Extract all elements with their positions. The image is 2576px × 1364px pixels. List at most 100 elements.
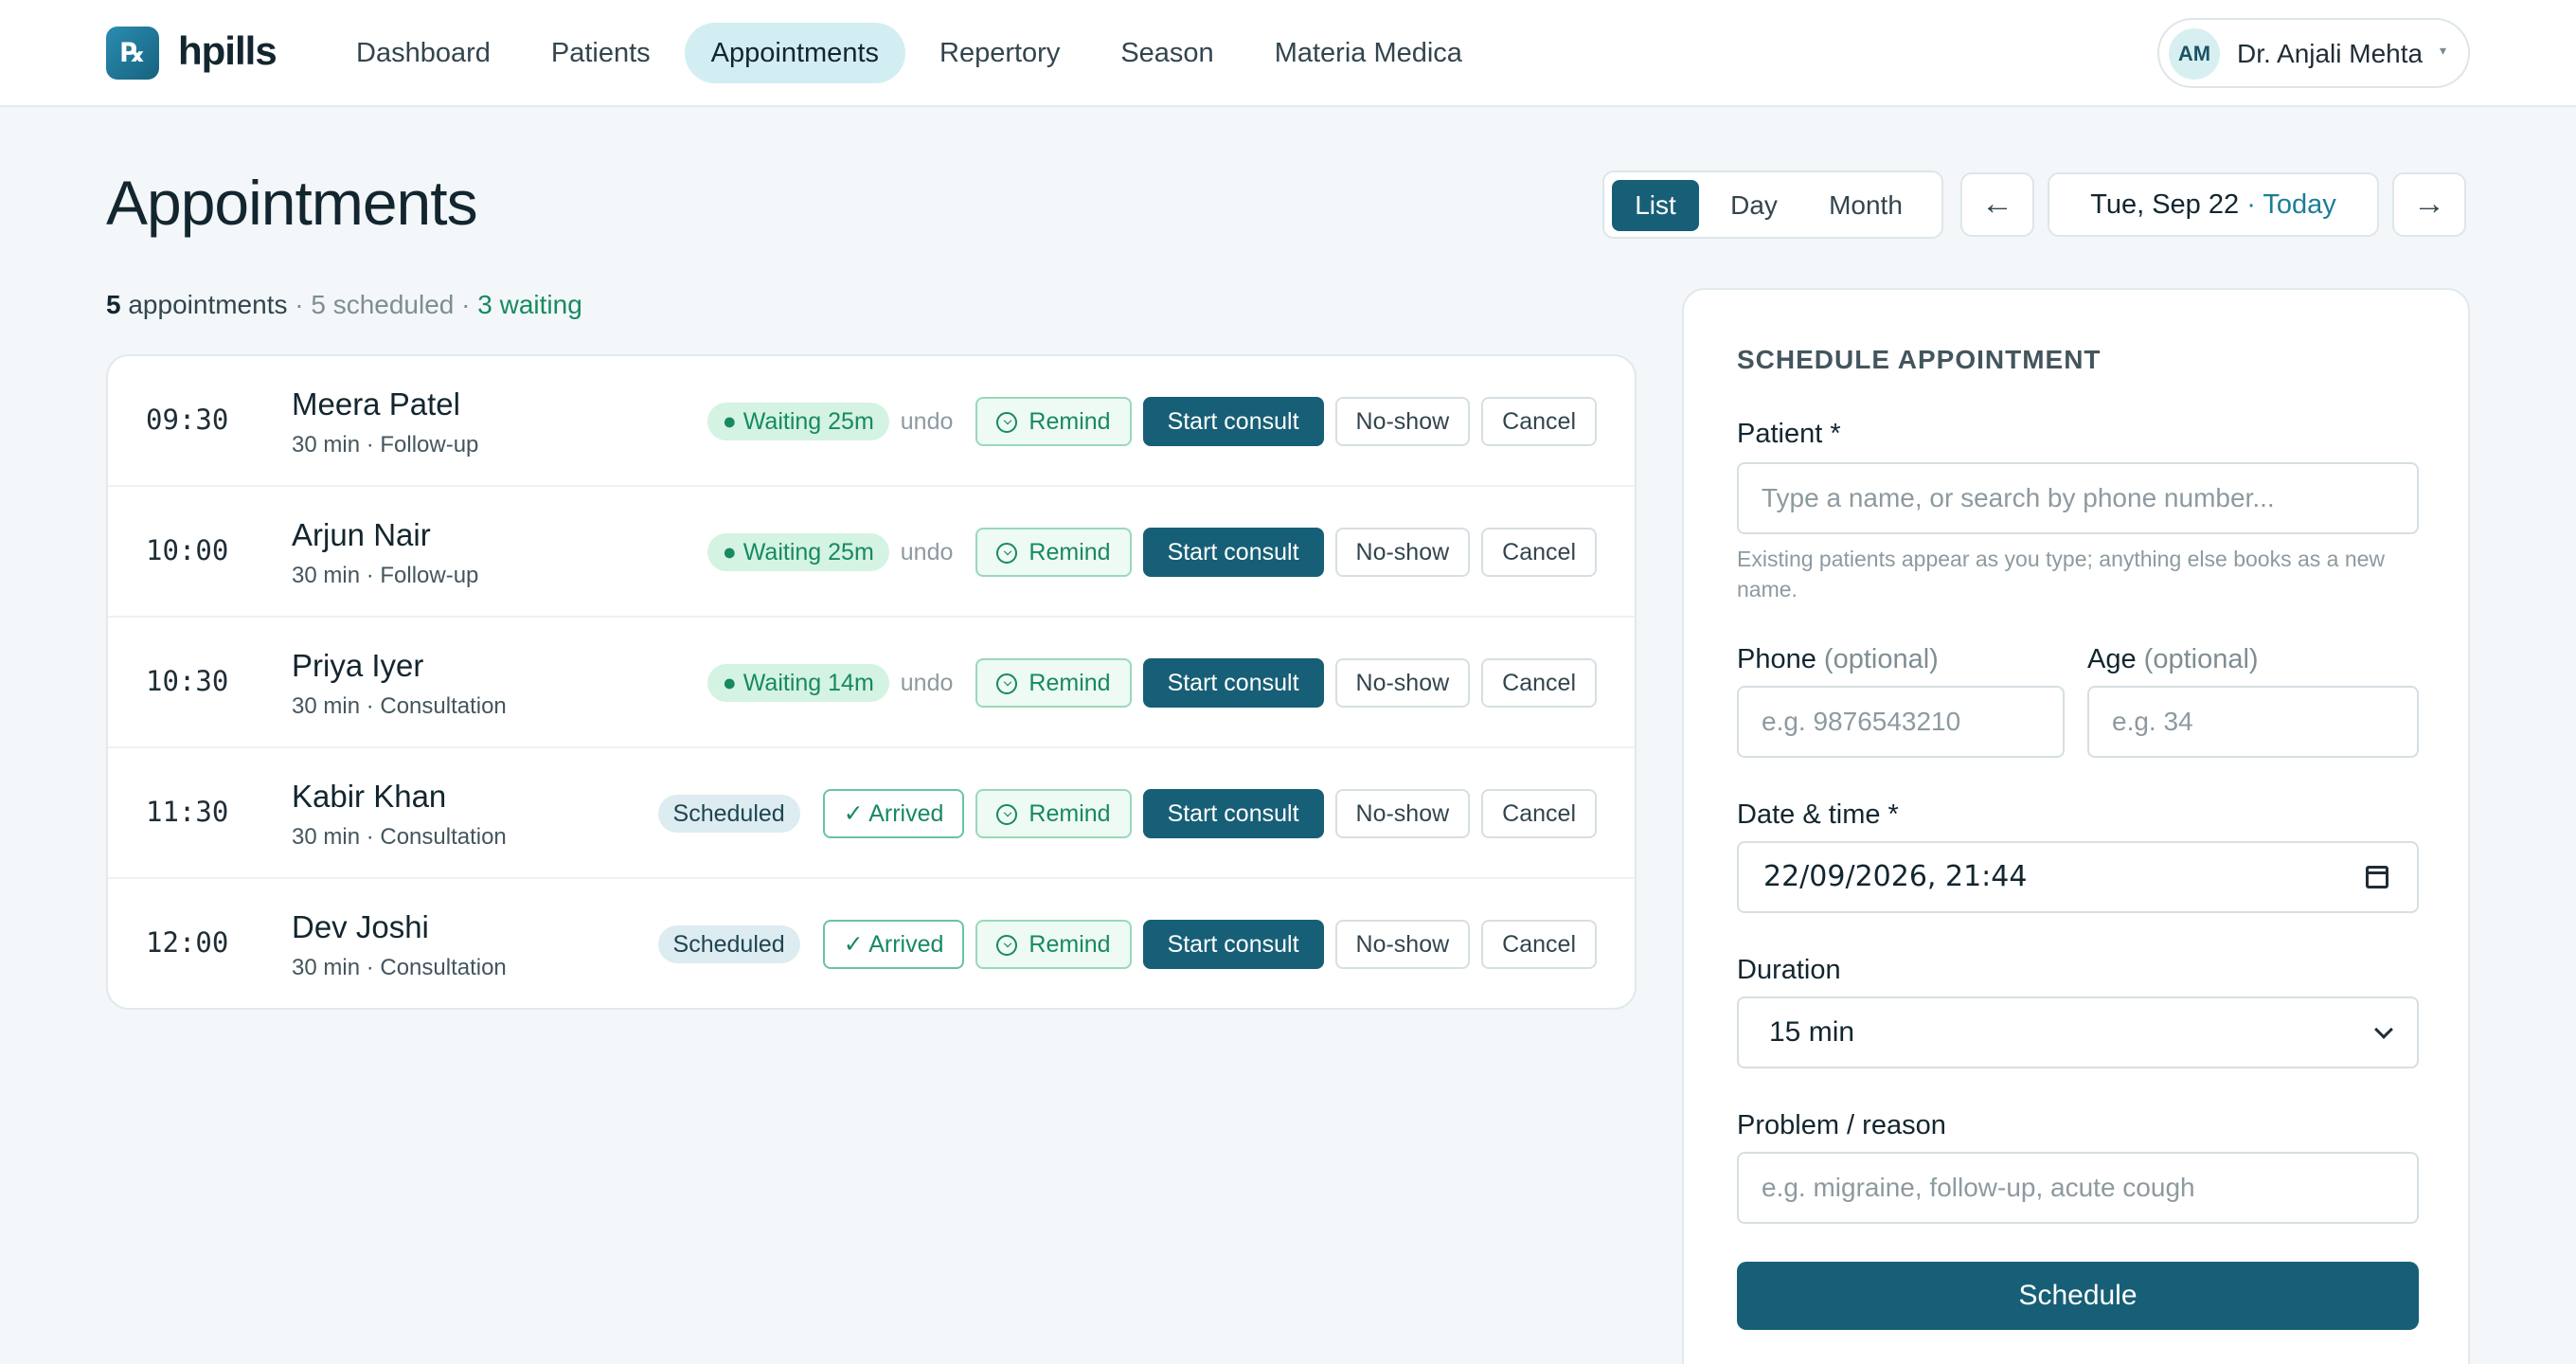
row-actions: ● Waiting 25m undo Remind Start consult … — [707, 527, 1597, 578]
no-show-button[interactable]: No-show — [1334, 658, 1471, 708]
status-badge: ● Waiting 25m — [707, 403, 889, 440]
view-toggle: List Day Month — [1602, 170, 1943, 239]
today-link[interactable]: Today — [2263, 189, 2335, 220]
duration-value: 15 min — [1769, 1016, 1855, 1048]
appointment-meta: 30 min · Follow-up — [292, 432, 479, 458]
duration-select[interactable]: 15 min — [1737, 996, 2419, 1068]
age-label-text: Age — [2087, 644, 2137, 674]
undo-link[interactable]: undo — [901, 539, 965, 566]
patient-name[interactable]: Priya Iyer — [292, 648, 423, 684]
start-consult-button[interactable]: Start consult — [1142, 528, 1324, 577]
remind-label: Remind — [1029, 670, 1111, 696]
remind-label: Remind — [1029, 800, 1111, 827]
app-logo-icon[interactable]: ℞ — [106, 27, 159, 80]
view-list-button[interactable]: List — [1612, 180, 1699, 231]
problem-label: Problem / reason — [1737, 1110, 1946, 1140]
patient-hint: Existing patients appear as you type; an… — [1737, 547, 2386, 601]
row-actions: Scheduled ✓ Arrived Remind Start consult… — [657, 919, 1597, 970]
start-consult-button[interactable]: Start consult — [1142, 920, 1324, 969]
appointment-count-label: appointments — [128, 290, 288, 319]
appointment-row: 12:00 Dev Joshi 30 min · Consultation Sc… — [108, 879, 1635, 1008]
view-day-button[interactable]: Day — [1710, 180, 1798, 231]
patient-name[interactable]: Meera Patel — [292, 386, 460, 422]
remind-button[interactable]: Remind — [975, 920, 1132, 969]
remind-button[interactable]: Remind — [975, 528, 1132, 577]
remind-button[interactable]: Remind — [975, 789, 1132, 838]
patient-name[interactable]: Dev Joshi — [292, 909, 429, 945]
start-consult-button[interactable]: Start consult — [1142, 789, 1324, 838]
age-optional: (optional) — [2143, 644, 2259, 674]
undo-link[interactable]: undo — [901, 408, 965, 436]
phone-label: Phone (optional) — [1737, 644, 1939, 675]
phone-label-text: Phone — [1737, 644, 1816, 674]
appointment-meta: 30 min · Consultation — [292, 693, 507, 719]
app-name[interactable]: hpills — [178, 28, 277, 74]
nav-item-repertory[interactable]: Repertory — [913, 23, 1086, 83]
remind-label: Remind — [1029, 539, 1111, 565]
cancel-button[interactable]: Cancel — [1481, 528, 1597, 577]
appointment-row: 09:30 Meera Patel 30 min · Follow-up ● W… — [108, 356, 1635, 487]
waiting-count: 3 waiting — [477, 290, 582, 319]
no-show-button[interactable]: No-show — [1334, 789, 1471, 838]
age-field[interactable] — [2087, 686, 2419, 758]
start-consult-button[interactable]: Start consult — [1142, 658, 1324, 708]
phone-field[interactable] — [1737, 686, 2065, 758]
arrived-button[interactable]: ✓ Arrived — [822, 789, 965, 838]
user-menu[interactable]: AM Dr. Anjali Mehta ▾ — [2157, 18, 2470, 88]
view-month-button[interactable]: Month — [1809, 180, 1923, 231]
patient-name[interactable]: Arjun Nair — [292, 517, 431, 553]
arrived-button[interactable]: ✓ Arrived — [822, 920, 965, 969]
undo-link[interactable]: undo — [901, 670, 965, 697]
appointments-summary: 5 appointments · 5 scheduled · 3 waiting — [106, 290, 582, 320]
cancel-button[interactable]: Cancel — [1481, 920, 1597, 969]
schedule-button[interactable]: Schedule — [1737, 1262, 2419, 1330]
start-consult-button[interactable]: Start consult — [1142, 397, 1324, 446]
datetime-value: 22/09/2026, 21:44 — [1763, 860, 2028, 893]
status-badge: ● Waiting 14m — [707, 664, 889, 702]
cancel-button[interactable]: Cancel — [1481, 397, 1597, 446]
whatsapp-icon — [996, 412, 1018, 433]
nav-item-season[interactable]: Season — [1094, 23, 1240, 83]
appointment-time: 09:30 — [146, 404, 229, 436]
problem-field[interactable] — [1737, 1152, 2419, 1224]
no-show-button[interactable]: No-show — [1334, 528, 1471, 577]
avatar: AM — [2169, 28, 2220, 80]
nav-item-materia-medica[interactable]: Materia Medica — [1248, 23, 1489, 83]
datetime-label: Date & time * — [1737, 799, 1899, 830]
remind-button[interactable]: Remind — [975, 397, 1132, 446]
no-show-button[interactable]: No-show — [1334, 920, 1471, 969]
datetime-field[interactable]: 22/09/2026, 21:44 — [1737, 841, 2419, 913]
status-badge: Scheduled — [657, 925, 800, 963]
cancel-button[interactable]: Cancel — [1481, 789, 1597, 838]
patient-label: Patient * — [1737, 419, 1841, 449]
summary-separator: · — [295, 290, 304, 319]
schedule-appointment-form: SCHEDULE APPOINTMENT Patient * Existing … — [1682, 288, 2470, 1364]
calendar-icon[interactable] — [2366, 866, 2388, 888]
patient-name[interactable]: Kabir Khan — [292, 779, 446, 815]
appointment-row: 10:00 Arjun Nair 30 min · Follow-up ● Wa… — [108, 487, 1635, 618]
whatsapp-icon — [996, 804, 1018, 825]
remind-label: Remind — [1029, 408, 1111, 435]
cancel-button[interactable]: Cancel — [1481, 658, 1597, 708]
duration-label: Duration — [1737, 955, 1841, 985]
user-name: Dr. Anjali Mehta — [2237, 39, 2424, 68]
caret-down-icon: ▾ — [2440, 43, 2447, 58]
no-show-button[interactable]: No-show — [1334, 397, 1471, 446]
nav-item-dashboard[interactable]: Dashboard — [330, 23, 517, 83]
appointment-time: 10:00 — [146, 534, 229, 566]
current-date[interactable]: Tue, Sep 22 · Today — [2048, 172, 2379, 237]
nav-item-appointments[interactable]: Appointments — [684, 23, 905, 83]
appointment-meta: 30 min · Consultation — [292, 824, 507, 850]
age-label: Age (optional) — [2087, 644, 2259, 675]
row-actions: ● Waiting 14m undo Remind Start consult … — [707, 657, 1597, 709]
nav-item-patients[interactable]: Patients — [525, 23, 677, 83]
top-navbar: ℞ hpills Dashboard Patients Appointments… — [0, 0, 2576, 107]
appointment-count: 5 — [106, 290, 121, 319]
prev-day-button[interactable]: ← — [1960, 172, 2034, 237]
patient-input[interactable] — [1737, 462, 2419, 534]
remind-button[interactable]: Remind — [975, 658, 1132, 708]
appointment-list: 09:30 Meera Patel 30 min · Follow-up ● W… — [106, 354, 1637, 1010]
next-day-button[interactable]: → — [2392, 172, 2466, 237]
date-separator: · — [2246, 189, 2256, 220]
whatsapp-icon — [996, 543, 1018, 564]
